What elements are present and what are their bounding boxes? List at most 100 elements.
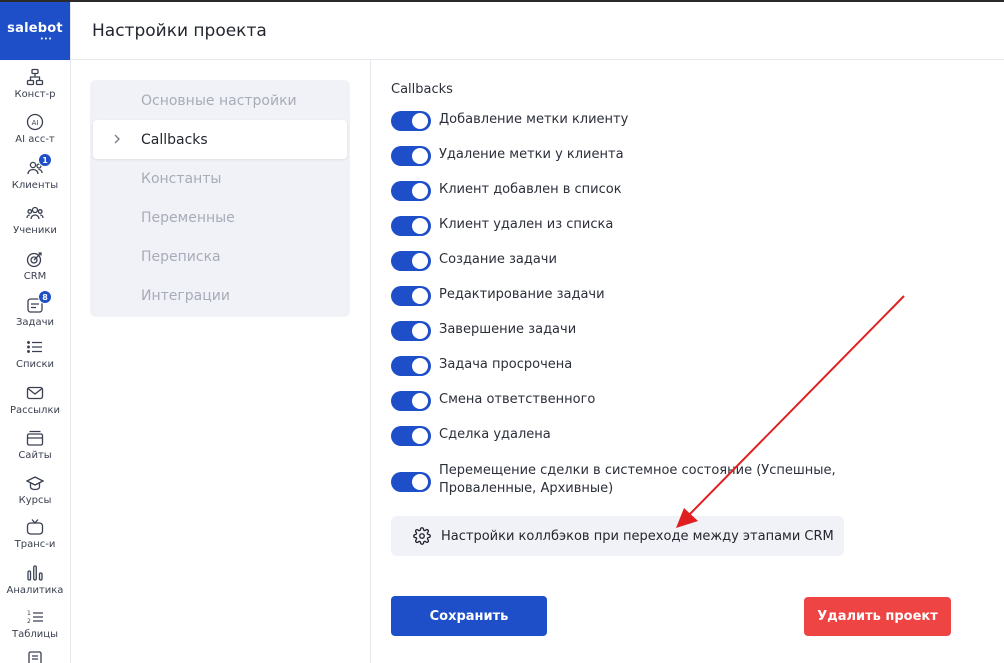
rail-label: Курсы xyxy=(18,495,52,506)
crm-stage-callbacks-button[interactable]: Настройки коллбэков при переходе между э… xyxy=(391,516,844,556)
rail-item-ai-assistant[interactable]: AI AI асс-т xyxy=(0,113,70,145)
nav-item-callbacks[interactable]: Callbacks xyxy=(93,120,347,159)
rail-label: Аналитика xyxy=(6,585,64,596)
document-icon xyxy=(28,651,42,663)
toggle-label: Клиент добавлен в список xyxy=(439,182,622,197)
mail-icon xyxy=(26,386,44,400)
nav-item-label: Callbacks xyxy=(141,131,208,148)
svg-text:2: 2 xyxy=(27,618,31,625)
callback-row: Удаление метки у клиента xyxy=(391,146,624,166)
toggle-label: Редактирование задачи xyxy=(439,287,605,302)
rail-label: Списки xyxy=(15,359,55,370)
nav-item-constants[interactable]: Константы xyxy=(90,159,350,198)
rail-item-clients[interactable]: 1 Клиенты xyxy=(0,153,70,191)
rail-label: Таблицы xyxy=(12,629,58,640)
callback-row: Клиент добавлен в список xyxy=(391,181,622,201)
toggle-task-edited[interactable] xyxy=(391,286,431,306)
toggle-remove-client-tag[interactable] xyxy=(391,146,431,166)
delete-project-button[interactable]: Удалить проект xyxy=(804,597,951,636)
numbered-list-icon: 12 xyxy=(27,610,43,625)
toggle-add-client-tag[interactable] xyxy=(391,111,431,131)
svg-text:AI: AI xyxy=(32,119,39,127)
left-rail: salebot ••• Конст-р AI AI асс-т 1 Клиент… xyxy=(0,2,71,663)
rail-item-tables[interactable]: 12 Таблицы xyxy=(0,608,70,640)
callback-row: Создание задачи xyxy=(391,251,557,271)
rail-label: Конст-р xyxy=(14,89,56,100)
rail-label: CRM xyxy=(23,271,47,282)
analytics-icon xyxy=(27,565,43,581)
toggle-label: Удаление метки у клиента xyxy=(439,147,624,162)
tv-icon xyxy=(26,519,44,535)
toggle-deal-deleted[interactable] xyxy=(391,426,431,446)
clients-badge: 1 xyxy=(38,153,52,167)
tasks-badge: 8 xyxy=(38,290,52,304)
callback-row: Смена ответственного xyxy=(391,391,595,411)
rail-item-more[interactable] xyxy=(0,650,70,663)
rail-item-constructor[interactable]: Конст-р xyxy=(0,68,70,100)
rail-item-analytics[interactable]: Аналитика xyxy=(0,564,70,596)
rail-item-students[interactable]: Ученики xyxy=(0,204,70,236)
rail-item-lists[interactable]: Списки xyxy=(0,338,70,370)
callback-row: Клиент удален из списка xyxy=(391,216,613,236)
toggle-task-completed[interactable] xyxy=(391,321,431,341)
toggle-label: Задача просрочена xyxy=(439,357,573,372)
brand-logo[interactable]: salebot ••• xyxy=(0,2,70,60)
callback-row: Завершение задачи xyxy=(391,321,576,341)
toggle-task-overdue[interactable] xyxy=(391,356,431,376)
crm-button-label: Настройки коллбэков при переходе между э… xyxy=(441,528,834,544)
rail-label: Клиенты xyxy=(11,180,59,191)
graduation-cap-icon xyxy=(26,476,44,491)
sites-icon xyxy=(26,430,44,446)
toggle-label: Смена ответственного xyxy=(439,392,596,407)
rail-label: AI асс-т xyxy=(15,134,55,145)
toggle-label: Сделка удалена xyxy=(439,427,551,442)
target-icon xyxy=(26,252,42,268)
chevron-right-icon xyxy=(114,134,120,144)
rail-label: Транс-и xyxy=(14,539,56,550)
students-icon xyxy=(26,206,44,220)
callback-row: Задача просрочена xyxy=(391,356,572,376)
nav-item-integrations[interactable]: Интеграции xyxy=(90,276,350,315)
toggle-client-added-to-list[interactable] xyxy=(391,181,431,201)
hierarchy-icon xyxy=(26,68,44,86)
gear-icon xyxy=(413,527,431,545)
rail-label: Сайты xyxy=(18,450,52,461)
callback-row: Добавление метки клиенту xyxy=(391,111,628,131)
toggle-responsible-changed[interactable] xyxy=(391,391,431,411)
section-title: Callbacks xyxy=(391,82,453,97)
rail-item-crm[interactable]: CRM xyxy=(0,250,70,282)
nav-item-main-settings[interactable]: Основные настройки xyxy=(90,81,350,120)
rail-label: Рассылки xyxy=(10,405,60,416)
save-button[interactable]: Сохранить xyxy=(391,596,547,636)
callback-row: Сделка удалена xyxy=(391,426,551,446)
settings-nav: Основные настройки Callbacks Константы П… xyxy=(90,80,350,317)
toggle-label: Завершение задачи xyxy=(439,322,577,337)
page-header: Настройки проекта xyxy=(71,2,1004,60)
panel-divider xyxy=(370,60,371,663)
top-border xyxy=(0,0,1004,2)
rail-item-courses[interactable]: Курсы xyxy=(0,474,70,506)
toggle-task-created[interactable] xyxy=(391,251,431,271)
page-title: Настройки проекта xyxy=(92,20,267,41)
toggle-deal-moved-system-state[interactable] xyxy=(391,472,431,492)
nav-item-correspondence[interactable]: Переписка xyxy=(90,237,350,276)
rail-item-tasks[interactable]: 8 Задачи xyxy=(0,290,70,328)
rail-item-broadcasts[interactable]: Транс-и xyxy=(0,518,70,550)
list-icon xyxy=(27,341,42,353)
callback-row: Перемещение сделки в системное состояние… xyxy=(391,462,929,498)
toggle-label: Перемещение сделки в системное состояние… xyxy=(439,463,836,496)
ai-icon: AI xyxy=(26,113,44,131)
rail-item-mailings[interactable]: Рассылки xyxy=(0,384,70,416)
toggle-label: Создание задачи xyxy=(439,252,557,267)
toggle-label: Добавление метки клиенту xyxy=(439,112,629,127)
rail-label: Задачи xyxy=(16,317,54,328)
brand-name: salebot xyxy=(7,20,63,36)
toggle-client-removed-from-list[interactable] xyxy=(391,216,431,236)
brand-dots: ••• xyxy=(39,34,53,43)
toggle-label: Клиент удален из списка xyxy=(439,217,614,232)
callback-row: Редактирование задачи xyxy=(391,286,605,306)
svg-text:1: 1 xyxy=(27,610,31,617)
rail-label: Ученики xyxy=(13,225,57,236)
rail-item-sites[interactable]: Сайты xyxy=(0,429,70,461)
nav-item-variables[interactable]: Переменные xyxy=(90,198,350,237)
